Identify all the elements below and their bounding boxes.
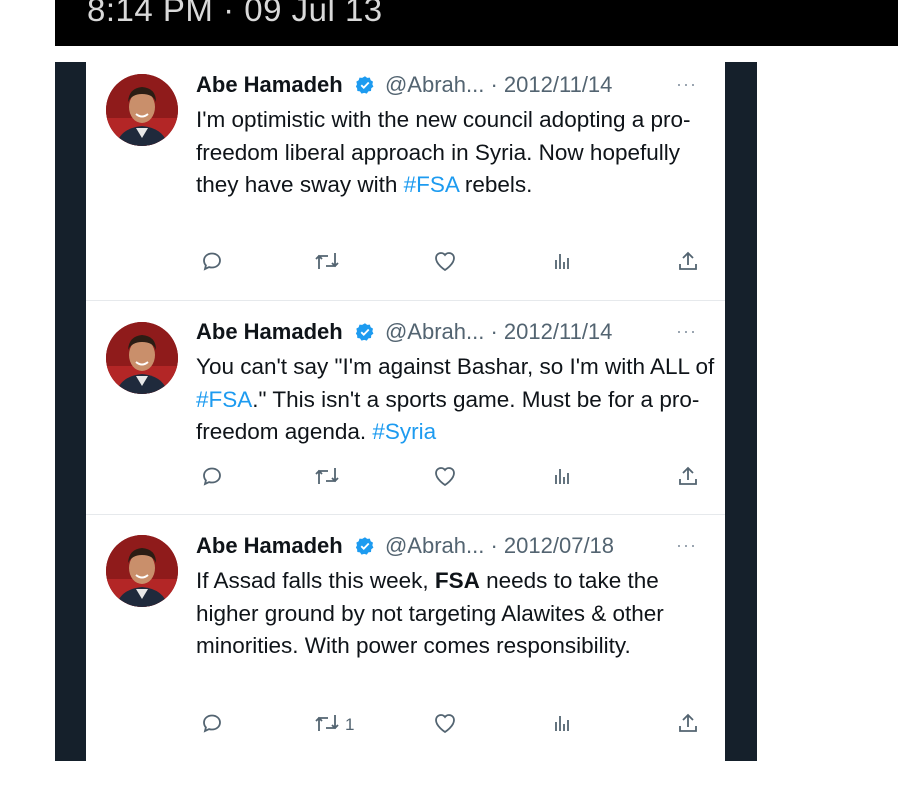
views-icon [550,249,574,278]
separator-dot: · [484,72,504,97]
more-options-icon[interactable]: ··· [676,531,697,559]
text-segment: You can't say "I'm against Bashar, so I'… [196,354,715,379]
hashtag-link[interactable]: #FSA [404,172,459,197]
share-button[interactable] [676,248,705,278]
retweet-icon [314,249,340,278]
views-icon [550,464,574,493]
tweet-header: Abe Hamadeh @Abrah... · 2012/11/14 [196,71,612,99]
tweet-date[interactable]: 2012/07/18 [504,533,614,558]
reply-icon [200,464,224,493]
more-options-icon[interactable]: ··· [676,70,697,98]
tweet[interactable]: Abe Hamadeh @Abrah... · 2012/07/18 ··· I… [86,514,725,762]
retweet-count: 1 [345,715,355,734]
reply-icon [200,711,224,740]
tweet-actions [196,463,716,493]
verified-badge-icon [355,321,375,349]
reply-button[interactable] [200,463,229,493]
bold-text: FSA [434,568,480,593]
tweet[interactable]: Abe Hamadeh @Abrah... · 2012/11/14 ··· Y… [86,300,725,515]
text-segment: ." This isn't a sports game. Must be for… [196,386,700,445]
share-button[interactable] [676,463,705,493]
retweet-button[interactable] [314,463,345,493]
tweet[interactable]: Abe Hamadeh @Abrah... · 2012/11/14 ··· I… [86,62,725,300]
author-name[interactable]: Abe Hamadeh [196,319,343,344]
tweet-header: Abe Hamadeh @Abrah... · 2012/07/18 [196,532,614,560]
heart-icon [432,711,458,740]
retweet-button[interactable] [314,248,345,278]
share-button[interactable] [676,710,705,740]
tweet-list: Abe Hamadeh @Abrah... · 2012/11/14 ··· I… [86,62,725,761]
like-button[interactable] [432,463,463,493]
author-name[interactable]: Abe Hamadeh [196,72,343,97]
reply-button[interactable] [200,248,229,278]
heart-icon [432,464,458,493]
retweet-icon [314,711,340,740]
share-icon [676,464,700,493]
retweet-icon [314,464,340,493]
tweet-text: I'm optimistic with the new council adop… [196,104,716,202]
author-name[interactable]: Abe Hamadeh [196,533,343,558]
tweet-text: If Assad falls this week, FSA needs to t… [196,565,716,663]
tweet-text: You can't say "I'm against Bashar, so I'… [196,351,716,449]
like-button[interactable] [432,248,463,278]
reply-button[interactable] [200,710,229,740]
separator-dot: · [484,533,504,558]
hashtag-link[interactable]: #Syria [372,419,436,444]
author-handle[interactable]: @Abrah... [385,533,484,558]
hashtag-link[interactable]: #FSA [196,387,252,412]
separator-dot: · [484,319,504,344]
timestamp-text: 8:14 PM · 09 Jul 13 [87,0,383,28]
avatar[interactable] [106,535,178,607]
tweet-header: Abe Hamadeh @Abrah... · 2012/11/14 [196,318,612,346]
share-icon [676,249,700,278]
text-segment: rebels. [458,172,533,197]
tweet-actions [196,248,716,278]
views-button[interactable] [550,463,579,493]
timestamp-bar: 8:14 PM · 09 Jul 13 [55,0,898,46]
heart-icon [432,249,458,278]
verified-badge-icon [355,535,375,563]
share-icon [676,711,700,740]
tweet-date[interactable]: 2012/11/14 [504,319,612,344]
views-icon [550,711,574,740]
tweet-date[interactable]: 2012/11/14 [504,72,612,97]
text-segment: If Assad falls this week, [196,568,435,593]
tweet-actions: 1 [196,710,716,740]
like-button[interactable] [432,710,463,740]
views-button[interactable] [550,710,579,740]
author-handle[interactable]: @Abrah... [385,319,484,344]
avatar[interactable] [106,322,178,394]
author-handle[interactable]: @Abrah... [385,72,484,97]
retweet-button[interactable]: 1 [314,710,354,740]
views-button[interactable] [550,248,579,278]
reply-icon [200,249,224,278]
verified-badge-icon [355,74,375,102]
avatar[interactable] [106,74,178,146]
more-options-icon[interactable]: ··· [676,317,697,345]
